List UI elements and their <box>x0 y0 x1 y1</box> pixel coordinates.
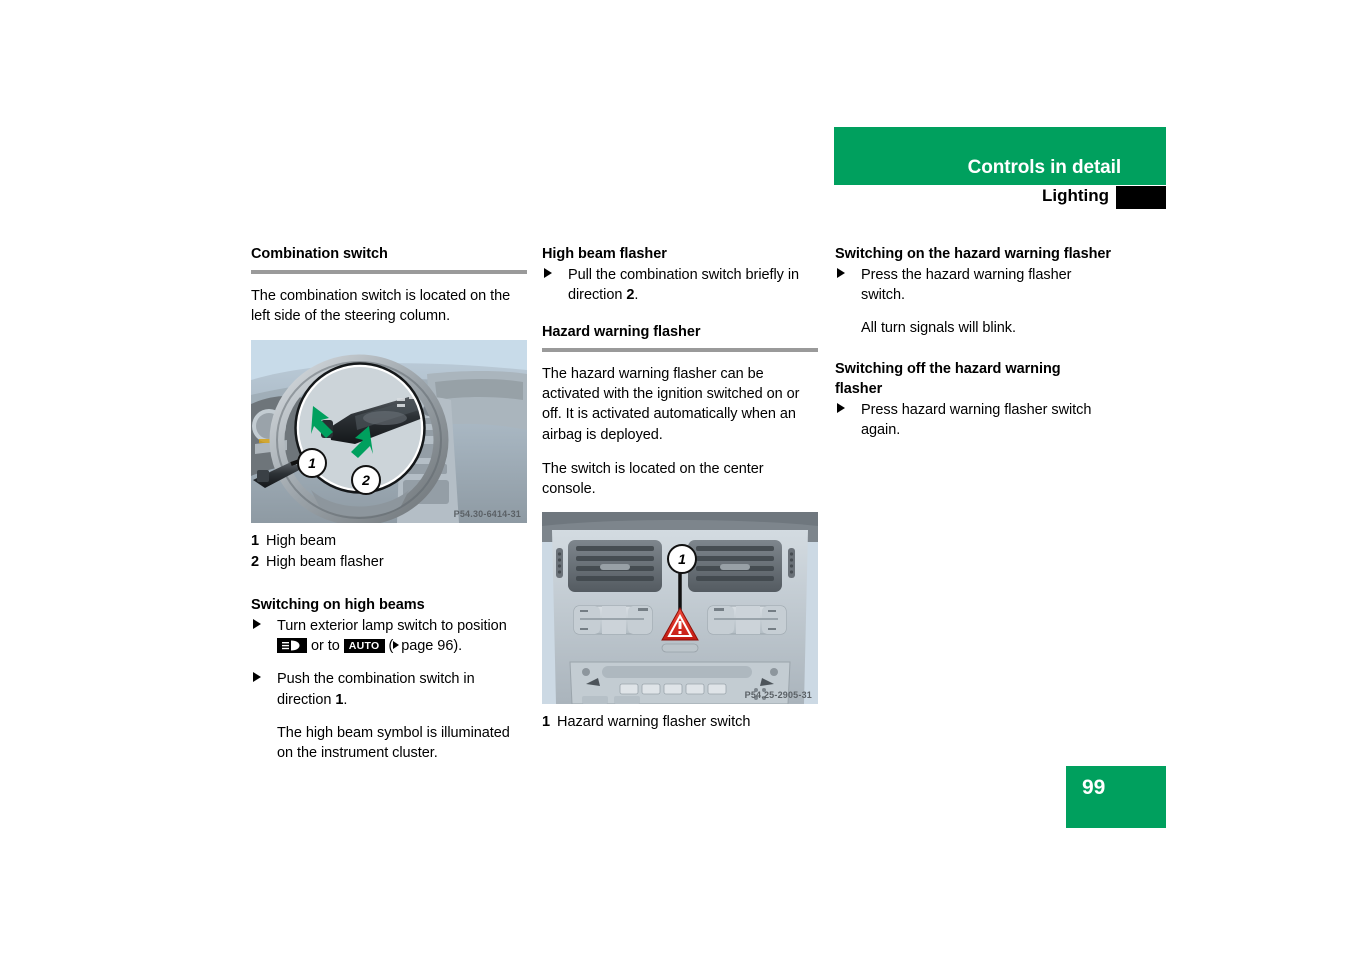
callout-1: 1 <box>297 448 327 479</box>
steering-column-illustration <box>251 340 527 524</box>
bullet-arrow-icon <box>253 672 261 683</box>
heading-rule <box>251 269 527 274</box>
bullet-text-middle: or to <box>310 638 340 655</box>
column-right: Switching on the hazard warning flasher … <box>835 245 1111 453</box>
legend-item: 2 High beam flasher <box>251 552 527 573</box>
bullet-text-before: Pull the combination switch briefly in d… <box>568 266 800 303</box>
heading-switching-on-high-beams: Switching on high beams <box>251 597 425 614</box>
bullet-text: Press hazard warning flasher switch agai… <box>861 401 1092 438</box>
page-number: 99 <box>1082 776 1106 799</box>
header-banner: Controls in detail <box>834 127 1166 185</box>
page-reference: (page 96). <box>388 638 463 655</box>
bullet-text-after: . <box>343 691 348 708</box>
bullet-text: Press the hazard warning flasher switch. <box>861 266 1072 303</box>
heading-hazard-warning-flasher: Hazard warning flasher <box>542 324 701 341</box>
callout-1: 1 <box>667 543 697 574</box>
bullet-arrow-icon <box>544 267 552 278</box>
heading-high-beam-flasher: High beam flasher <box>542 246 667 262</box>
headlight-icon <box>277 638 307 654</box>
heading-switching-off-hazard: Switching off the hazard warning flasher <box>835 361 1061 398</box>
thumb-index-tab <box>1116 186 1166 209</box>
manual-page: Controls in detail Lighting Combination … <box>0 0 1351 954</box>
bullet-press-hazard-switch-again: Press hazard warning flasher switch agai… <box>835 400 1111 441</box>
note-high-beam-symbol: The high beam symbol is illuminated on t… <box>277 725 510 762</box>
paragraph-hazard-activation: The hazard warning flasher can be activa… <box>542 365 800 443</box>
legend-item: 1 Hazard warning flasher switch <box>542 712 818 733</box>
legend-label: Hazard warning flasher switch <box>557 713 751 730</box>
legend-number: 1 <box>251 533 260 550</box>
figure-code: P54.25-2905-31 <box>744 689 812 700</box>
figure-legend-left: 1 High beam 2 High beam flasher <box>251 531 527 572</box>
reference-text: page 96). <box>401 638 463 655</box>
center-console-illustration <box>542 511 818 704</box>
legend-number: 2 <box>251 553 260 570</box>
bullet-push-combination-switch: Push the combination switch in direction… <box>251 669 527 710</box>
heading-switching-on-hazard: Switching on the hazard warning flasher <box>835 246 1112 262</box>
bullet-text-before: Turn exterior lamp switch to position <box>277 617 507 634</box>
page-title: Controls in detail <box>967 157 1121 178</box>
reference-arrow-icon <box>393 641 400 650</box>
heading-rule <box>542 347 818 352</box>
column-left: Combination switch The combination switc… <box>251 245 527 778</box>
bullet-text-before: Push the combination switch in direction <box>277 671 475 708</box>
note-turn-signals-blink: All turn signals will blink. <box>861 320 1016 337</box>
auto-badge: AUTO <box>343 639 385 654</box>
bullet-arrow-icon <box>837 402 845 413</box>
figure-code: P54.30-6414-31 <box>453 509 521 520</box>
figure-center-console: 1 P54.25-2905-31 <box>542 511 818 704</box>
paragraph-switch-location: The switch is located on the center cons… <box>542 460 764 498</box>
footer-page-block: 99 <box>1066 766 1166 828</box>
bullet-arrow-icon <box>253 618 261 629</box>
legend-label: High beam flasher <box>266 553 384 570</box>
figure-legend-middle: 1 Hazard warning flasher switch <box>542 712 818 733</box>
legend-number: 1 <box>542 713 551 730</box>
section-label: Lighting <box>1041 186 1109 205</box>
bullet-pull-combination-switch: Pull the combination switch briefly in d… <box>542 265 818 306</box>
legend-item: 1 High beam <box>251 531 527 552</box>
column-middle: High beam flasher Pull the combination s… <box>542 245 818 732</box>
bullet-arrow-icon <box>837 267 845 278</box>
legend-label: High beam <box>266 533 337 550</box>
callout-2: 2 <box>351 465 381 496</box>
bullet-press-hazard-switch: Press the hazard warning flasher switch. <box>835 265 1111 306</box>
figure-steering-column: 1 2 P54.30-6414-31 <box>251 340 527 524</box>
bullet-text-after: . <box>634 286 639 303</box>
bullet-turn-exterior-lamp-switch: Turn exterior lamp switch to position or… <box>251 616 527 657</box>
heading-combination-switch: Combination switch <box>251 246 388 262</box>
paragraph-combination-switch-intro: The combination switch is located on the… <box>251 287 511 324</box>
header-subsection: Lighting <box>834 186 1166 212</box>
